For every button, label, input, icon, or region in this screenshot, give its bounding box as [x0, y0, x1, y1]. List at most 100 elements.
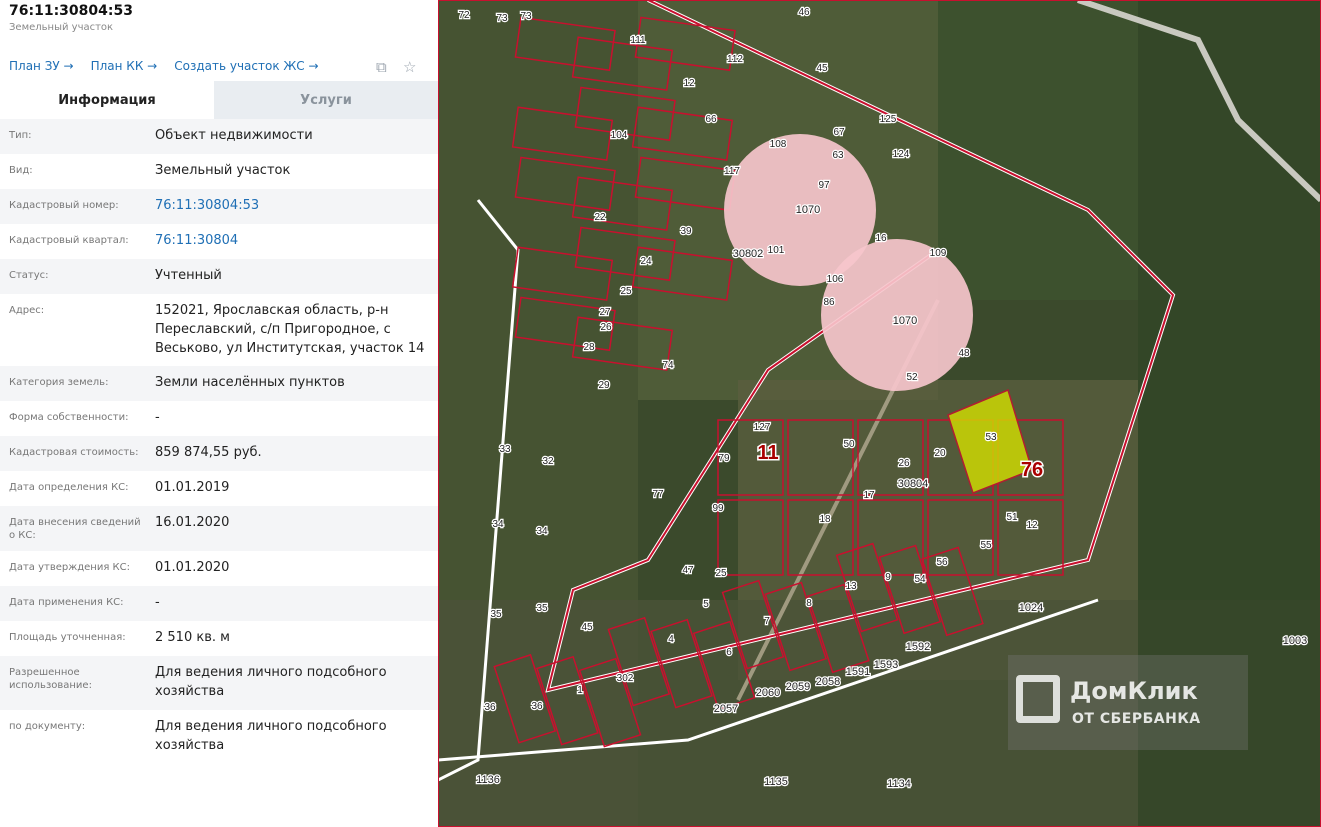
parcel-label: 28: [583, 342, 595, 353]
row-label: Кадастровый квартал:: [9, 235, 129, 246]
watermark-name: ДомКлик: [1070, 677, 1198, 705]
row-value[interactable]: 76:11:30804: [155, 231, 438, 259]
parcel-label: 1070: [796, 204, 820, 216]
parcel-label: 8: [806, 598, 812, 609]
parcel-label: 9: [885, 572, 891, 583]
parcel-label: 117: [724, 166, 740, 177]
parcel-label: 51: [1006, 512, 1018, 523]
row-label: Статус:: [9, 270, 49, 281]
parcel-label: 1024: [1019, 602, 1043, 614]
info-row: Кадастровая стоимость: 859 874,55 руб.: [0, 436, 438, 471]
row-label: Кадастровый номер:: [9, 200, 119, 211]
row-value: -: [155, 595, 160, 610]
row-value: Для ведения личного подсобного хозяйства: [155, 665, 387, 699]
row-value: 16.01.2020: [155, 515, 230, 530]
parcel-label: 127: [754, 422, 771, 433]
row-label: Дата применения КС:: [9, 597, 124, 608]
parcel-label: 5: [703, 599, 709, 610]
row-label: Вид:: [9, 165, 33, 176]
row-value: Объект недвижимости: [155, 128, 313, 143]
parcel-label: 55: [980, 540, 992, 551]
parcel-label: 108: [770, 139, 787, 150]
parcel-label: 1136: [476, 774, 500, 786]
parcel-label: 13: [845, 581, 857, 592]
parcel-label: 35: [536, 603, 548, 614]
parcel-label: 30804: [898, 478, 929, 490]
parcel-label: 302: [617, 673, 634, 684]
row-label: Дата утверждения КС:: [9, 562, 130, 573]
parcel-label: 125: [880, 114, 897, 125]
plan-zu-link[interactable]: План ЗУ →: [9, 59, 74, 73]
parcel-label: 101: [768, 245, 785, 256]
parcel-label: 109: [930, 248, 947, 259]
row-value: 152021, Ярославская область, р-н Пересла…: [155, 303, 425, 356]
info-row: Дата применения КС: -: [0, 586, 438, 621]
row-label: Дата определения КС:: [9, 482, 129, 493]
parcel-label: 72: [458, 10, 470, 21]
row-value: Для ведения личного подсобного хозяйства: [155, 719, 387, 753]
parcel-label: 47: [682, 565, 694, 576]
parcel-label: 76: [1021, 459, 1043, 481]
parcel-label: 66: [705, 114, 717, 125]
row-value: Земельный участок: [155, 163, 291, 178]
parcel-label: 24: [640, 256, 652, 267]
parcel-label: 54: [914, 574, 926, 585]
domclick-logo-icon: [1016, 675, 1060, 723]
info-row: Дата утверждения КС: 01.01.2020: [0, 551, 438, 586]
info-row: Дата определения КС: 01.01.2019: [0, 471, 438, 506]
object-type-subtitle: Земельный участок: [9, 22, 114, 33]
row-label: Адрес:: [9, 305, 45, 316]
parcel-label: 1: [577, 685, 583, 696]
parcel-label: 16: [875, 233, 887, 244]
parcel-label: 124: [893, 149, 910, 160]
parcel-label: 86: [823, 297, 835, 308]
parcel-label: 97: [818, 180, 830, 191]
row-label: Кадастровая стоимость:: [9, 447, 139, 458]
parcel-label: 111: [630, 35, 646, 46]
document-search-icon[interactable]: ⧉: [376, 58, 387, 76]
parcel-label: 22: [594, 212, 606, 223]
parcel-label: 73: [520, 11, 532, 22]
info-row: Форма собственности: -: [0, 401, 438, 436]
parcel-label: 39: [680, 226, 692, 237]
parcel-label: 46: [798, 7, 810, 18]
row-value: 2 510 кв. м: [155, 630, 230, 645]
watermark-sub: ОТ СБЕРБАНКА: [1072, 711, 1201, 727]
info-row: Площадь уточненная: 2 510 кв. м: [0, 621, 438, 656]
info-row: Разрешенное использование: Для ведения ли…: [0, 656, 438, 710]
parcel-label: 2060: [756, 687, 780, 699]
parcel-label: 6: [726, 647, 732, 658]
parcel-label: 99: [712, 503, 724, 514]
parcel-label: 36: [484, 702, 496, 713]
info-row: Вид: Земельный участок: [0, 154, 438, 189]
parcel-label: 1591: [846, 666, 870, 678]
row-value: 01.01.2020: [155, 560, 230, 575]
tab-services[interactable]: Услуги: [214, 81, 438, 119]
parcel-label: 73: [496, 13, 508, 24]
parcel-label: 29: [598, 380, 610, 391]
parcel-label: 35: [490, 609, 502, 620]
tab-information[interactable]: Информация: [0, 81, 214, 119]
parcel-label: 45: [816, 63, 828, 74]
cadastral-title: 76:11:30804:53: [9, 3, 133, 19]
parcel-label: 25: [715, 568, 727, 579]
parcel-label: 34: [492, 519, 504, 530]
parcel-label: 33: [499, 444, 511, 455]
parcel-label: 1003: [1283, 635, 1307, 647]
row-value: Земли населённых пунктов: [155, 375, 345, 390]
row-value[interactable]: 76:11:30804:53: [155, 196, 438, 224]
tabs: Информация Услуги: [0, 81, 438, 119]
star-icon[interactable]: ☆: [403, 58, 416, 76]
parcel-label: 67: [833, 127, 845, 138]
plan-kk-link[interactable]: План КК →: [91, 59, 158, 73]
parcel-label: 25: [620, 286, 632, 297]
parcel-label: 1134: [887, 778, 911, 790]
row-value: -: [155, 410, 160, 425]
parcel-label: 12: [683, 78, 695, 89]
parcel-label: 11: [757, 442, 778, 464]
parcel-label: 1135: [764, 776, 788, 788]
create-parcel-link[interactable]: Создать участок ЖС →: [174, 59, 318, 73]
parcel-label: 36: [531, 701, 543, 712]
parcel-label: 50: [843, 439, 855, 450]
info-row: Дата внесения сведений о КС: 16.01.2020: [0, 506, 438, 551]
